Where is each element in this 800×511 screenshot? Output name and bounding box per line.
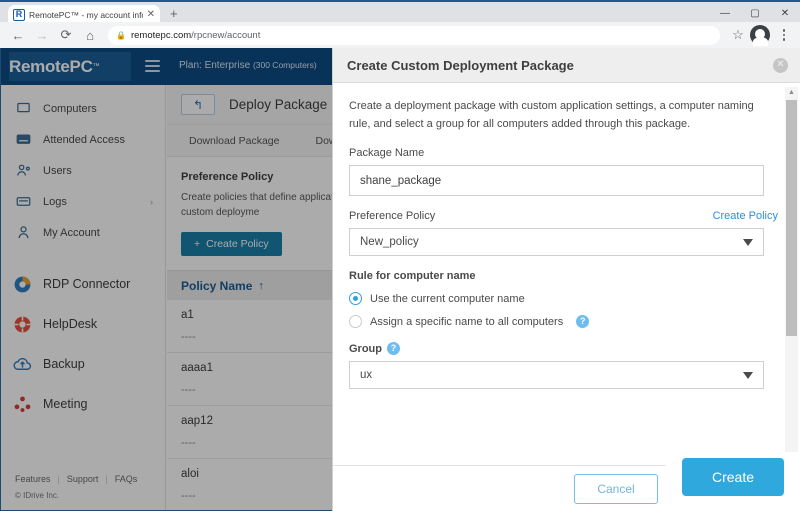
bookmark-star-icon[interactable]: ☆ — [726, 23, 750, 47]
address-bar[interactable]: 🔒 remotepc.com/rpcnew/account — [108, 26, 720, 45]
preference-policy-label: Preference Policy — [349, 210, 435, 222]
browser-tab-title: RemotePC™ - my account inform — [29, 10, 143, 20]
create-button[interactable]: Create — [682, 458, 784, 496]
radio-unselected-icon — [349, 315, 362, 328]
radio-use-current-computer-name[interactable]: Use the current computer name — [349, 292, 778, 305]
lock-icon: 🔒 — [116, 31, 126, 40]
group-selected-value: ux — [360, 369, 372, 381]
tab-close-icon[interactable]: ✕ — [147, 10, 155, 20]
group-field: Group ? ux — [349, 342, 778, 389]
rule-label: Rule for computer name — [349, 270, 778, 282]
package-name-label: Package Name — [349, 147, 778, 159]
browser-menu-icon[interactable] — [774, 29, 794, 41]
window-maximize-button[interactable]: ▢ — [740, 2, 770, 24]
radio-label: Assign a specific name to all computers — [370, 316, 563, 328]
create-deployment-package-modal: Create Custom Deployment Package ✕ Creat… — [332, 48, 800, 511]
package-name-input[interactable]: shane_package — [349, 165, 764, 196]
create-button-container: Create — [666, 452, 800, 502]
cancel-button[interactable]: Cancel — [574, 474, 658, 504]
forward-icon[interactable]: → — [30, 23, 54, 47]
chevron-down-icon — [743, 239, 753, 246]
help-icon[interactable]: ? — [576, 315, 589, 328]
address-bar-url: remotepc.com/rpcnew/account — [131, 30, 260, 41]
radio-assign-specific-name[interactable]: Assign a specific name to all computers … — [349, 315, 778, 328]
preference-policy-select[interactable]: New_policy — [349, 228, 764, 256]
group-label-row: Group ? — [349, 342, 778, 355]
back-icon[interactable]: ← — [6, 23, 30, 47]
modal-header: Create Custom Deployment Package ✕ — [333, 48, 800, 83]
modal-title: Create Custom Deployment Package — [347, 58, 773, 73]
window-minimize-button[interactable]: — — [710, 2, 740, 24]
window-close-button[interactable]: ✕ — [770, 2, 800, 24]
group-select[interactable]: ux — [349, 361, 764, 389]
close-icon[interactable]: ✕ — [773, 58, 788, 73]
screenshot-root: R RemotePC™ - my account inform ✕ + — ▢ … — [0, 0, 800, 511]
scroll-up-icon[interactable]: ▲ — [785, 87, 798, 98]
browser-toolbar: ← → ⟳ ⌂ 🔒 remotepc.com/rpcnew/account ☆ — [0, 22, 800, 48]
modal-intro-text: Create a deployment package with custom … — [349, 97, 759, 133]
computer-name-rule-field: Rule for computer name Use the current c… — [349, 270, 778, 328]
help-icon[interactable]: ? — [387, 342, 400, 355]
reload-icon[interactable]: ⟳ — [54, 23, 78, 47]
modal-body: Create a deployment package with custom … — [333, 83, 800, 465]
remotepc-favicon-icon: R — [13, 9, 25, 21]
window-controls: — ▢ ✕ — [710, 2, 800, 24]
browser-window-chrome: R RemotePC™ - my account inform ✕ + — ▢ … — [0, 0, 800, 22]
radio-label: Use the current computer name — [370, 293, 525, 305]
home-icon[interactable]: ⌂ — [78, 23, 102, 47]
group-label: Group — [349, 343, 382, 355]
url-path: /rpcnew/account — [191, 30, 260, 41]
preference-policy-label-row: Preference Policy Create Policy — [349, 210, 778, 222]
radio-selected-icon — [349, 292, 362, 305]
scrollbar-thumb[interactable] — [786, 100, 797, 336]
chevron-down-icon — [743, 372, 753, 379]
preference-policy-field: Preference Policy Create Policy New_poli… — [349, 210, 778, 256]
create-policy-link[interactable]: Create Policy — [713, 210, 778, 222]
preference-policy-selected-value: New_policy — [360, 236, 419, 248]
modal-scrollbar[interactable]: ▲ ▼ — [785, 87, 798, 461]
package-name-field: Package Name shane_package — [349, 147, 778, 196]
profile-avatar-icon[interactable] — [750, 25, 770, 45]
url-domain: remotepc.com — [131, 30, 191, 41]
new-tab-button[interactable]: + — [170, 7, 178, 20]
